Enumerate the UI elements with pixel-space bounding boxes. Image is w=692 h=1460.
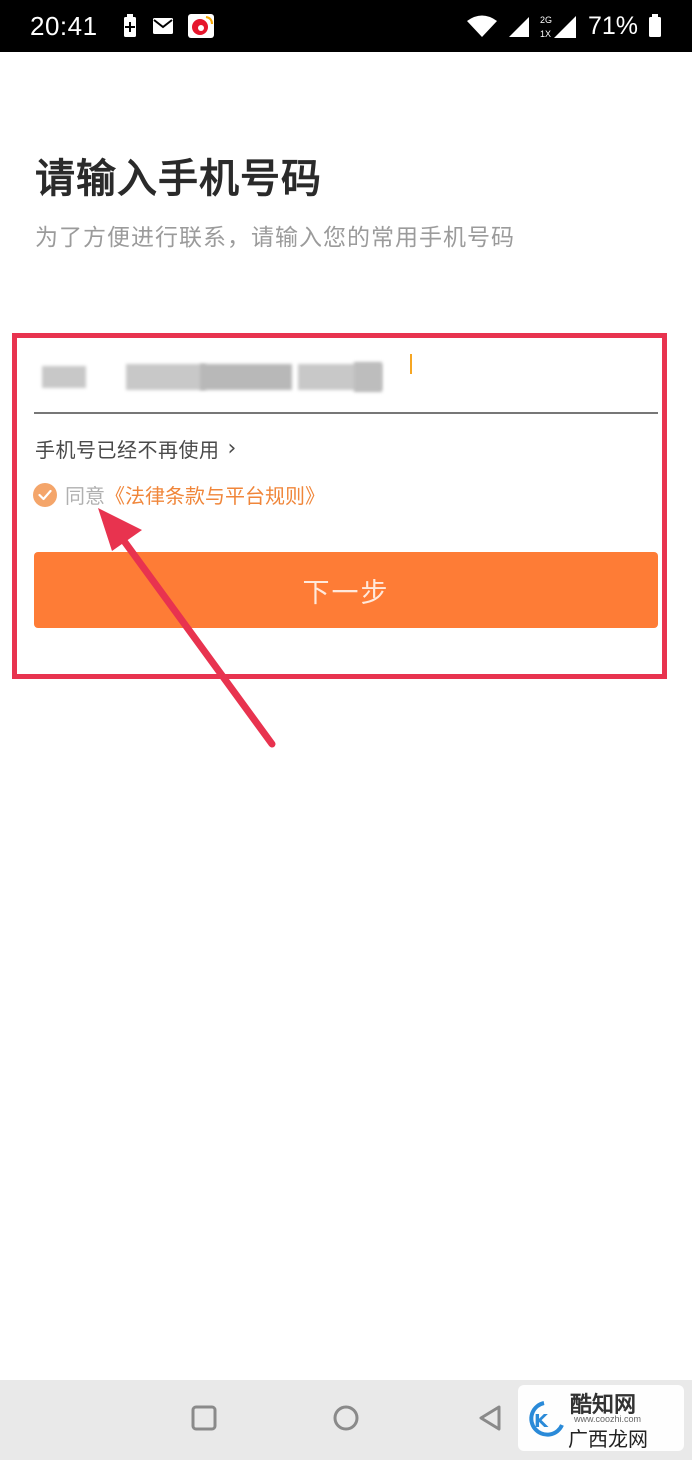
status-time: 20:41 xyxy=(30,10,98,41)
number-not-used-label: 手机号已经不再使用 xyxy=(35,438,220,462)
signal-icon xyxy=(508,14,530,38)
chevron-right-icon: › xyxy=(227,436,237,461)
home-button[interactable] xyxy=(332,1404,360,1436)
screen: 20:41 2G 1X 71% 请输入手机号码 为了方便进行联系，请输入您的常用… xyxy=(0,0,692,1460)
signal-2g-icon: 2G 1X xyxy=(540,13,578,39)
text-cursor xyxy=(410,354,412,374)
status-right-icons: 2G 1X 71% xyxy=(466,12,662,41)
blurred-phone-digit xyxy=(200,364,292,390)
circle-icon xyxy=(333,1405,359,1431)
phone-number-input[interactable] xyxy=(34,340,658,414)
recent-apps-button[interactable] xyxy=(190,1404,218,1436)
watermark: K 酷知网 www.coozhi.com 广西龙网 xyxy=(518,1385,684,1451)
svg-text:1X: 1X xyxy=(540,29,551,39)
wifi-icon xyxy=(466,14,498,38)
number-not-used-link[interactable]: 手机号已经不再使用 › xyxy=(35,434,237,463)
battery-percent: 71% xyxy=(587,11,638,40)
agreement-checkbox[interactable] xyxy=(33,482,57,507)
status-left-icons xyxy=(122,14,214,38)
next-button[interactable]: 下一步 xyxy=(34,552,658,628)
page-title: 请输入手机号码 xyxy=(35,156,322,202)
back-triangle-icon xyxy=(479,1405,501,1431)
status-bar: 20:41 2G 1X 71% xyxy=(0,0,692,52)
square-icon xyxy=(191,1405,217,1431)
battery-icon xyxy=(648,14,662,38)
page-subtitle: 为了方便进行联系，请输入您的常用手机号码 xyxy=(35,225,515,251)
check-icon xyxy=(38,489,52,500)
sina-icon xyxy=(187,14,214,38)
blurred-phone-digit xyxy=(126,364,206,390)
mail-icon xyxy=(152,16,174,36)
blurred-phone-digit xyxy=(354,362,382,392)
watermark-logo-icon: K xyxy=(529,1401,564,1437)
watermark-sub-text: 广西龙网 xyxy=(568,1427,648,1451)
back-button[interactable] xyxy=(476,1404,504,1436)
blurred-phone-digit xyxy=(42,366,86,388)
terms-link[interactable]: 《法律条款与平台规则》 xyxy=(105,480,325,509)
battery-saver-icon xyxy=(122,14,138,38)
agreement-row: 同意 《法律条款与平台规则》 xyxy=(33,480,325,509)
svg-text:2G: 2G xyxy=(540,15,552,25)
agreement-prefix: 同意 xyxy=(65,484,105,508)
svg-text:K: K xyxy=(534,1411,549,1432)
